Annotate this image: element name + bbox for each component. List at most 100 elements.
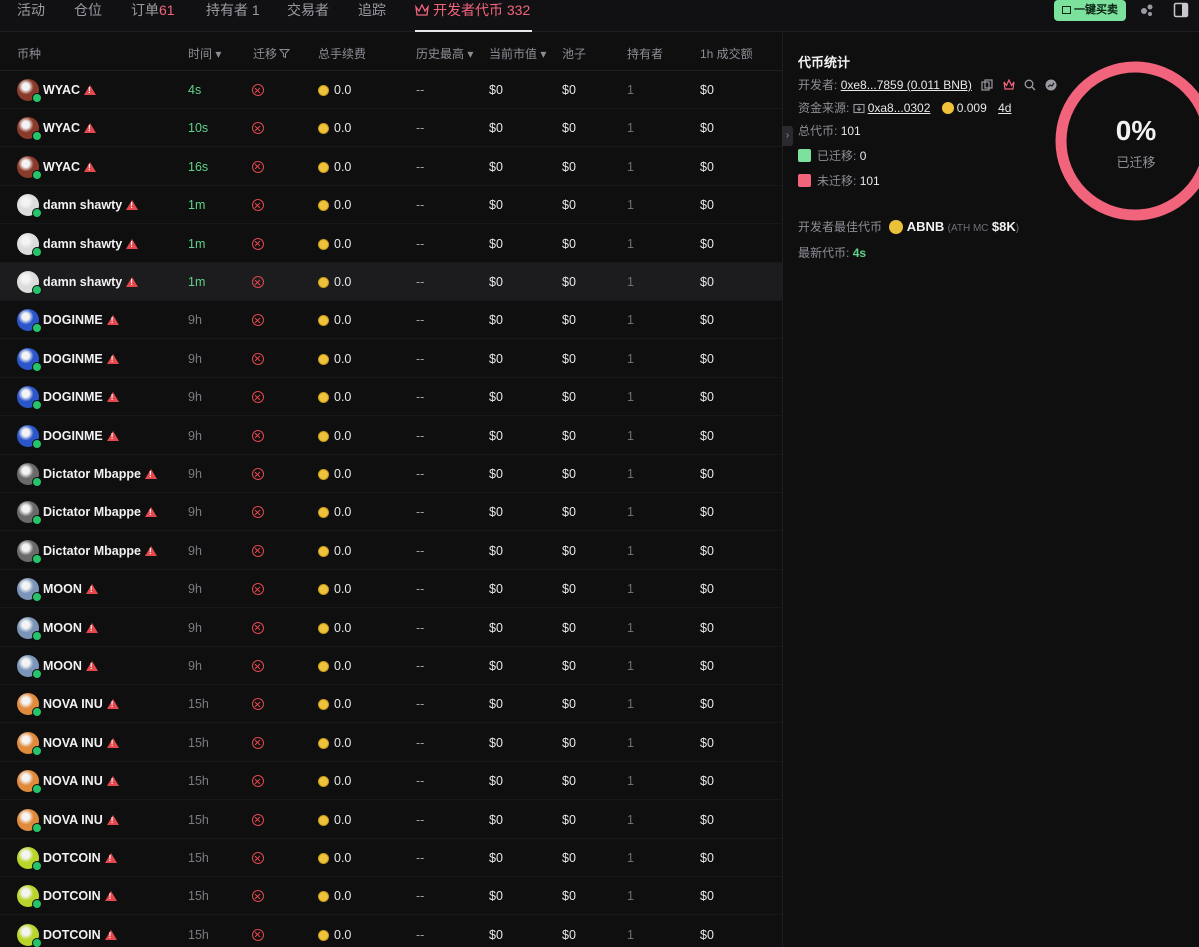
tab-positions[interactable]: 仓位	[74, 0, 102, 32]
table-row[interactable]: DOTCOIN 15h 0.0 -- $0 $0 1 $0	[0, 916, 782, 947]
token-name-cell[interactable]: Dictator Mbappe	[43, 493, 157, 531]
sidebar-toggle-icon[interactable]	[1173, 2, 1189, 18]
table-row[interactable]: WYAC 10s 0.0 -- $0 $0 1 $0	[0, 109, 782, 148]
token-name-cell[interactable]: DOTCOIN	[43, 877, 117, 915]
table-row[interactable]: NOVA INU 15h 0.0 -- $0 $0 1 $0	[0, 724, 782, 762]
table-row[interactable]: Dictator Mbappe 9h 0.0 -- $0 $0 1 $0	[0, 493, 782, 532]
token-name-cell[interactable]: NOVA INU	[43, 801, 119, 839]
col-migrate[interactable]: 迁移	[253, 45, 291, 62]
token-name-cell[interactable]: MOON	[43, 609, 98, 647]
token-name: DOGINME	[43, 390, 103, 405]
table-row[interactable]: damn shawty 1m 0.0 -- $0 $0 1 $0	[0, 186, 782, 225]
table-row[interactable]: DOGINME 9h 0.0 -- $0 $0 1 $0	[0, 301, 782, 340]
tab-label: 订单	[131, 2, 159, 18]
token-avatar	[17, 386, 42, 411]
table-row[interactable]: NOVA INU 15h 0.0 -- $0 $0 1 $0	[0, 685, 782, 724]
dev-address-link[interactable]: 0xe8...7859 (0.011 BNB)	[841, 78, 972, 92]
token-avatar	[17, 616, 42, 641]
platform-badge-icon	[32, 208, 42, 219]
token-name-cell[interactable]: NOVA INU	[43, 685, 119, 723]
token-name-cell[interactable]: NOVA INU	[43, 762, 119, 800]
table-row[interactable]: MOON 9h 0.0 -- $0 $0 1 $0	[0, 570, 782, 609]
token-avatar	[17, 309, 42, 334]
token-name-cell[interactable]: NOVA INU	[43, 724, 119, 762]
token-avatar	[17, 117, 42, 142]
pool-value: $0	[562, 659, 576, 673]
table-row[interactable]: DOTCOIN 15h 0.0 -- $0 $0 1 $0	[0, 839, 782, 877]
sort-down-icon: ▾	[215, 47, 222, 61]
funding-age-link[interactable]: 4d	[998, 101, 1011, 115]
token-name-cell[interactable]: DOGINME	[43, 378, 119, 416]
token-name-cell[interactable]: damn shawty	[43, 263, 139, 301]
token-name-cell[interactable]: Dictator Mbappe	[43, 455, 157, 493]
not-migrated-icon	[252, 122, 264, 135]
col-ath[interactable]: 历史最高 ▾	[416, 45, 473, 62]
share-nodes-icon[interactable]	[1139, 2, 1155, 18]
token-name-cell[interactable]: WYAC	[43, 148, 97, 186]
table-row[interactable]: WYAC 16s 0.0 -- $0 $0 1 $0	[0, 148, 782, 186]
platform-badge-icon	[32, 285, 42, 295]
token-name-cell[interactable]: damn shawty	[43, 186, 139, 224]
platform-badge-icon	[32, 822, 42, 833]
table-row[interactable]: NOVA INU 15h 0.0 -- $0 $0 1 $0	[0, 801, 782, 839]
market-cap: $0	[489, 236, 503, 251]
best-token-name[interactable]: ABNB	[907, 219, 945, 234]
market-cap: $0	[489, 83, 503, 97]
bnb-coin-icon	[318, 161, 329, 173]
crown-icon[interactable]	[1002, 79, 1015, 91]
col-market-cap[interactable]: 当前市值 ▾	[489, 45, 546, 62]
pool-value: $0	[562, 697, 576, 712]
table-row[interactable]: damn shawty 1m 0.0 -- $0 $0 1 $0	[0, 225, 782, 263]
table-row[interactable]: MOON 9h 0.0 -- $0 $0 1 $0	[0, 609, 782, 647]
holders-count: 1	[627, 927, 634, 942]
tab-count: 332	[506, 2, 531, 18]
table-row[interactable]: WYAC 4s 0.0 -- $0 $0 1 $0	[0, 71, 782, 109]
table-row[interactable]: NOVA INU 15h 0.0 -- $0 $0 1 $0	[0, 762, 782, 801]
table-row[interactable]: DOTCOIN 15h 0.0 -- $0 $0 1 $0	[0, 877, 782, 916]
funding-address-link[interactable]: 0xa8...0302	[868, 101, 931, 115]
token-name-cell[interactable]: WYAC	[43, 109, 97, 147]
pool-value: $0	[562, 889, 576, 904]
platform-badge-icon	[32, 937, 42, 947]
token-name-cell[interactable]: DOGINME	[43, 340, 119, 378]
token-name-cell[interactable]: DOTCOIN	[43, 839, 117, 877]
table-row[interactable]: damn shawty 1m 0.0 -- $0 $0 1 $0	[0, 263, 782, 301]
token-name-cell[interactable]: DOGINME	[43, 301, 119, 339]
total-fee: 0.0	[334, 543, 352, 558]
tab-holders[interactable]: 持有者 1	[206, 0, 260, 32]
tab-activity[interactable]: 活动	[17, 0, 45, 32]
table-row[interactable]: Dictator Mbappe 9h 0.0 -- $0 $0 1 $0	[0, 455, 782, 493]
holders-count: 1	[627, 889, 634, 904]
pool-value: $0	[562, 275, 576, 289]
collapse-panel-handle[interactable]: ›	[782, 126, 793, 146]
platform-badge-icon	[32, 515, 42, 526]
token-name-cell[interactable]: WYAC	[43, 71, 97, 109]
token-name-cell[interactable]: DOTCOIN	[43, 916, 117, 947]
table-row[interactable]: Dictator Mbappe 9h 0.0 -- $0 $0 1 $0	[0, 532, 782, 570]
tab-orders[interactable]: 订单61	[131, 0, 175, 32]
token-age: 9h	[188, 351, 202, 366]
table-row[interactable]: DOGINME 9h 0.0 -- $0 $0 1 $0	[0, 340, 782, 378]
tab-label: 仓位	[74, 2, 102, 18]
token-name-cell[interactable]: damn shawty	[43, 225, 139, 263]
table-row[interactable]: DOGINME 9h 0.0 -- $0 $0 1 $0	[0, 417, 782, 455]
token-name-cell[interactable]: Dictator Mbappe	[43, 532, 157, 570]
tab-traders[interactable]: 交易者	[287, 0, 329, 32]
tab-tracking[interactable]: 追踪	[358, 0, 386, 32]
quick-trade-button[interactable]: 一键买卖	[1054, 0, 1126, 21]
table-row[interactable]: MOON 9h 0.0 -- $0 $0 1 $0	[0, 647, 782, 685]
table-row[interactable]: DOGINME 9h 0.0 -- $0 $0 1 $0	[0, 378, 782, 417]
warning-icon	[126, 277, 139, 287]
token-name-cell[interactable]: MOON	[43, 647, 98, 685]
token-name-cell[interactable]: DOGINME	[43, 417, 119, 455]
warning-icon	[84, 123, 97, 134]
copy-icon[interactable]	[981, 79, 993, 91]
search-icon[interactable]	[1024, 79, 1036, 91]
token-age: 15h	[188, 774, 209, 789]
tab-dev-tokens[interactable]: 开发者代币 332	[415, 0, 533, 32]
token-name-cell[interactable]: MOON	[43, 570, 98, 608]
token-name: WYAC	[43, 159, 81, 174]
token-avatar	[17, 501, 42, 526]
col-time[interactable]: 时间 ▾	[188, 45, 221, 62]
token-age: 9h	[188, 659, 202, 673]
